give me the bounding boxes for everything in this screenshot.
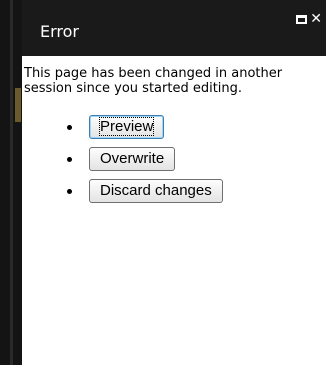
- list-item: Discard changes: [22, 178, 326, 206]
- error-message: This page has been changed in another se…: [24, 66, 283, 96]
- bullet-icon: [67, 125, 72, 130]
- error-dialog: Error ✕ This page has been changed in an…: [22, 0, 326, 365]
- background-accent: [15, 88, 21, 122]
- overwrite-button[interactable]: Overwrite: [89, 147, 176, 171]
- overwrite-button-label: Overwrite: [100, 150, 165, 167]
- dialog-titlebar: Error ✕: [22, 0, 326, 56]
- maximize-icon[interactable]: [296, 14, 308, 24]
- list-item: Preview: [22, 114, 326, 142]
- dialog-title: Error: [40, 22, 79, 41]
- action-list: Preview Overwrite Discard changes: [22, 114, 326, 206]
- bullet-icon: [67, 189, 72, 194]
- discard-changes-button[interactable]: Discard changes: [89, 179, 223, 203]
- bullet-icon: [67, 157, 72, 162]
- discard-changes-button-label: Discard changes: [100, 182, 212, 199]
- preview-button[interactable]: Preview: [89, 115, 165, 139]
- background-sidebar-edge: [10, 0, 13, 365]
- dialog-body: This page has been changed in another se…: [22, 66, 326, 210]
- list-item: Overwrite: [22, 146, 326, 174]
- preview-button-label: Preview: [98, 117, 155, 136]
- close-icon[interactable]: ✕: [310, 12, 322, 26]
- title-controls: ✕: [296, 12, 322, 26]
